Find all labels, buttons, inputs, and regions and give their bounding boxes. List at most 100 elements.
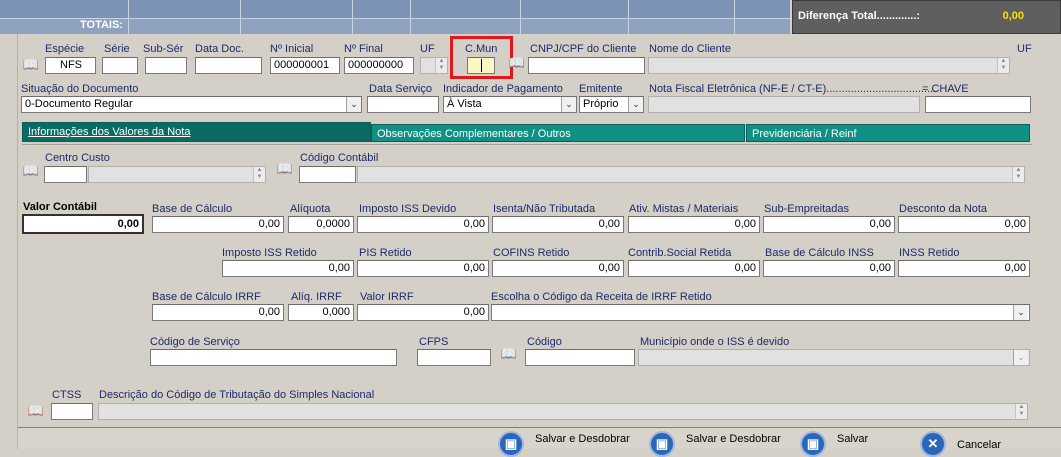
salvar-button[interactable]: Salvar bbox=[837, 433, 868, 445]
subemp-label: Sub-Empreitadas bbox=[764, 203, 849, 215]
datadoc-label: Data Doc. bbox=[195, 43, 244, 55]
subser-label: Sub-Sér bbox=[143, 43, 184, 55]
cfps-field[interactable] bbox=[417, 349, 491, 366]
csll-label: Contrib.Social Retida bbox=[628, 247, 732, 259]
pagamento-select[interactable]: À Vista bbox=[443, 96, 577, 113]
book-icon[interactable]: 📖 bbox=[22, 164, 40, 178]
contabil-descricao-field[interactable]: ▲ ▼ bbox=[357, 166, 1025, 183]
descricao-ctss-spinner[interactable]: ▲ ▼ bbox=[1015, 404, 1027, 419]
close-icon[interactable]: ✕ bbox=[920, 431, 946, 457]
especie-label: Espécie bbox=[45, 43, 85, 55]
centro-descricao-field[interactable]: ▲ ▼ bbox=[88, 166, 266, 183]
dataservico-field[interactable] bbox=[367, 96, 439, 113]
iss-retido-field[interactable]: 0,00 bbox=[222, 260, 354, 277]
dataservico-label: Data Serviço bbox=[369, 83, 432, 95]
cmun-label: C.Mun bbox=[465, 43, 498, 55]
base-calculo-field[interactable]: 0,00 bbox=[152, 216, 284, 233]
nfinal-field[interactable]: 000000000 bbox=[344, 57, 414, 74]
situacao-select[interactable]: 0-Documento Regular bbox=[21, 96, 362, 113]
chevron-down-icon[interactable]: ⌄ bbox=[1013, 350, 1028, 365]
centro-field[interactable] bbox=[44, 166, 87, 183]
aliquota-field[interactable]: 0,0000 bbox=[288, 216, 354, 233]
valor-contabil-label: Valor Contábil bbox=[23, 201, 97, 213]
totals-label: TOTAIS: bbox=[80, 19, 123, 31]
emitente-label: Emitente bbox=[579, 83, 623, 95]
cnpj-field[interactable] bbox=[528, 57, 645, 74]
tab-valores[interactable]: Informações dos Valores da Nota bbox=[22, 122, 371, 142]
chevron-down-icon[interactable]: ⌄ bbox=[1013, 305, 1028, 320]
diferenca-total-value: 0,00 bbox=[1002, 10, 1024, 22]
iss-devido-field[interactable]: 0,00 bbox=[357, 216, 489, 233]
codigo-servico-field[interactable] bbox=[150, 349, 397, 366]
ninicial-field[interactable]: 000000001 bbox=[270, 57, 340, 74]
irrf-receita-label: Escolha o Código da Receita de IRRF Reti… bbox=[491, 291, 712, 303]
valor-contabil-field[interactable]: 0,00 bbox=[22, 214, 144, 234]
book-icon[interactable]: 📖 bbox=[27, 404, 45, 418]
serie-field[interactable] bbox=[102, 57, 138, 74]
salvar-desdobrar-2-button[interactable]: Salvar e Desdobrar bbox=[686, 433, 781, 445]
irrf-base-field[interactable]: 0,00 bbox=[152, 304, 284, 321]
municipio-select[interactable] bbox=[638, 349, 1030, 366]
cmun-field[interactable] bbox=[467, 57, 495, 74]
ctss-field[interactable] bbox=[51, 403, 93, 420]
irrf-receita-select[interactable] bbox=[491, 304, 1030, 321]
chevron-down-icon[interactable]: ⌄ bbox=[628, 97, 643, 112]
cfps-label: CFPS bbox=[419, 336, 449, 348]
tab-previdenciaria-label: Previdenciária / Reinf bbox=[752, 128, 857, 140]
chave-field[interactable] bbox=[925, 96, 1031, 113]
nome-spinner[interactable]: ▲ ▼ bbox=[997, 58, 1009, 73]
descricao-ctss-field[interactable]: ▲ ▼ bbox=[98, 403, 1028, 420]
contabil-spinner[interactable]: ▲ ▼ bbox=[1012, 167, 1024, 182]
desconto-field[interactable]: 0,00 bbox=[898, 216, 1030, 233]
contabil-label: Código Contábil bbox=[300, 152, 379, 164]
irrf-aliq-field[interactable]: 0,000 bbox=[288, 304, 354, 321]
tab-observacoes[interactable]: Observações Complementares / Outros bbox=[371, 124, 745, 142]
centro-spinner[interactable]: ▲ ▼ bbox=[253, 167, 265, 182]
ativ-label: Ativ. Mistas / Materiais bbox=[629, 203, 739, 215]
irrf-valor-field[interactable]: 0,00 bbox=[357, 304, 489, 321]
nfe-field[interactable] bbox=[648, 96, 920, 113]
cofins-field[interactable]: 0,00 bbox=[492, 260, 624, 277]
cancelar-button[interactable]: Cancelar bbox=[957, 439, 1001, 451]
datadoc-field[interactable] bbox=[195, 57, 262, 74]
nome-field[interactable]: ▲ ▼ bbox=[648, 57, 1010, 74]
book-icon[interactable]: 📖 bbox=[500, 347, 518, 361]
serie-label: Série bbox=[104, 43, 130, 55]
chevron-down-icon[interactable]: ⌄ bbox=[346, 97, 361, 112]
diferenca-total-panel: Diferença Total.............: 0,00 bbox=[792, 0, 1061, 34]
codigo-field[interactable] bbox=[525, 349, 635, 366]
ativ-field[interactable]: 0,00 bbox=[628, 216, 760, 233]
uf-spinner[interactable]: ▲ ▼ bbox=[435, 58, 447, 73]
csll-field[interactable]: 0,00 bbox=[628, 260, 760, 277]
chevron-down-icon[interactable]: ⌄ bbox=[561, 97, 576, 112]
book-icon[interactable]: 📖 bbox=[508, 56, 526, 70]
municipio-label: Município onde o ISS é devido bbox=[640, 336, 790, 348]
irrf-base-label: Base de Cálculo IRRF bbox=[152, 291, 261, 303]
salvar-desdobrar-1-button[interactable]: Salvar e Desdobrar bbox=[535, 433, 630, 445]
uf2-label: UF bbox=[1017, 43, 1032, 55]
uf-field[interactable]: ▲ ▼ bbox=[420, 57, 448, 74]
pagamento-label: Indicador de Pagamento bbox=[443, 83, 563, 95]
base-calculo-label: Base de Cálculo bbox=[152, 203, 233, 215]
isenta-field[interactable]: 0,00 bbox=[492, 216, 624, 233]
situacao-label: Situação do Documento bbox=[21, 83, 139, 95]
subemp-field[interactable]: 0,00 bbox=[763, 216, 895, 233]
inss-field[interactable]: 0,00 bbox=[898, 260, 1030, 277]
especie-field[interactable]: NFS bbox=[45, 57, 96, 74]
book-icon[interactable]: 📖 bbox=[22, 58, 40, 72]
save-icon[interactable]: ▣ bbox=[649, 431, 675, 457]
cofins-label: COFINS Retido bbox=[493, 247, 570, 259]
contabil-field[interactable] bbox=[299, 166, 356, 183]
pis-field[interactable]: 0,00 bbox=[357, 260, 489, 277]
tab-observacoes-label: Observações Complementares / Outros bbox=[377, 128, 571, 140]
book-icon[interactable]: 📖 bbox=[276, 162, 294, 176]
save-icon[interactable]: ▣ bbox=[498, 431, 524, 457]
inss-base-field[interactable]: 0,00 bbox=[763, 260, 895, 277]
nfe-label: Nota Fiscal Eletrônica (NF-E / CT-E)....… bbox=[649, 83, 937, 95]
diferenca-total-label: Diferença Total.............: bbox=[798, 10, 921, 22]
irrf-aliq-label: Alíq. IRRF bbox=[291, 291, 342, 303]
subser-field[interactable] bbox=[145, 57, 187, 74]
tab-previdenciaria[interactable]: Previdenciária / Reinf bbox=[746, 124, 1030, 142]
inss-label: INSS Retido bbox=[899, 247, 960, 259]
save-icon[interactable]: ▣ bbox=[800, 431, 826, 457]
